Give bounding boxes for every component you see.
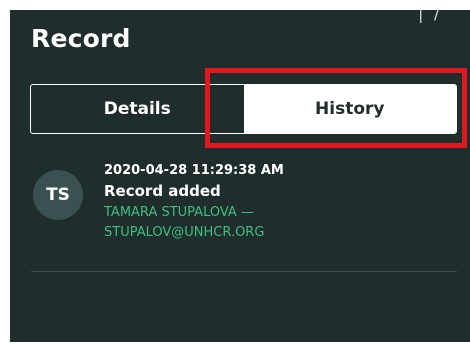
entry-timestamp: 2020-04-28 11:29:38 AM bbox=[104, 163, 284, 178]
tab-bar: Details History bbox=[30, 84, 457, 134]
tab-details[interactable]: Details bbox=[31, 85, 244, 133]
cropped-close-icon[interactable]: ∕ bbox=[434, 10, 439, 23]
avatar: TS bbox=[33, 170, 83, 220]
entry-divider bbox=[31, 271, 457, 272]
record-side-panel: | ∕ Record Details History TS 2020-04-28… bbox=[10, 10, 470, 342]
entry-action: Record added bbox=[104, 182, 221, 200]
panel-title: Record bbox=[31, 24, 131, 53]
tab-history[interactable]: History bbox=[243, 85, 456, 133]
cropped-icon-fragment: | bbox=[418, 10, 424, 23]
history-entry-text: 2020-04-28 11:29:38 AM Record added TAMA… bbox=[104, 162, 284, 243]
entry-user-name-link[interactable]: TAMARA STUPALOVA — bbox=[104, 203, 284, 223]
entry-user-email-link[interactable]: STUPALOV@UNHCR.ORG bbox=[104, 223, 284, 243]
